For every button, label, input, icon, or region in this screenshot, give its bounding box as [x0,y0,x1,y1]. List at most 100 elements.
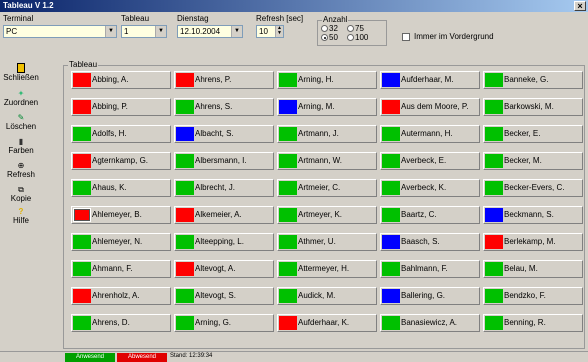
employee-cell[interactable]: Altevogt, A. [174,260,274,278]
employee-cell[interactable]: Athmer, U. [277,233,377,251]
close-button[interactable]: × [574,1,586,11]
employee-cell[interactable]: Abbing, A. [71,71,171,89]
tableau-dropdown[interactable]: 1 ▼ [121,25,167,38]
employee-cell[interactable]: Ahrens, P. [174,71,274,89]
chevron-down-icon[interactable]: ▼ [155,26,166,37]
employee-name: Aufderhaar, M. [401,75,454,84]
employee-cell[interactable]: Albrecht, J. [174,179,274,197]
status-color-indicator [485,73,503,87]
employee-cell[interactable]: Becker, M. [483,152,583,170]
foreground-checkbox[interactable] [402,33,410,41]
spinner-arrows-icon[interactable]: ▲ ▼ [275,26,283,37]
employee-name: Audick, M. [298,291,336,300]
status-color-indicator [73,208,91,222]
assign-tool-button[interactable]: ✦ Zuordnen [0,89,42,107]
employee-cell[interactable]: Averbeck, E. [380,152,480,170]
employee-cell[interactable]: Ahrens, D. [71,314,171,332]
employee-cell[interactable]: Audick, M. [277,287,377,305]
help-tool-button[interactable]: ? Hilfe [0,207,42,225]
employee-cell[interactable]: Ahrenholz, A. [71,287,171,305]
employee-cell[interactable]: Aufderhaar, M. [380,71,480,89]
employee-name: Ahrenholz, A. [92,291,140,300]
anzahl-radio-100[interactable] [347,34,354,41]
status-color-indicator [382,100,400,114]
employee-name: Baasch, S. [401,237,440,246]
window-title: Tableau V 1.2 [3,1,54,10]
employee-cell[interactable]: Becker-Evers, C. [483,179,583,197]
employee-cell[interactable]: Agternkamp, G. [71,152,171,170]
employee-cell[interactable]: Adolfs, H. [71,125,171,143]
employee-cell[interactable]: Beckmann, S. [483,206,583,224]
employee-name: Banneke, G. [504,75,549,84]
status-color-indicator [279,316,297,330]
employee-cell[interactable]: Banneke, G. [483,71,583,89]
assign-icon: ✦ [17,89,25,98]
anzahl-radio-32[interactable] [321,25,328,32]
employee-cell[interactable]: Altevogt, S. [174,287,274,305]
employee-cell[interactable]: Attermeyer, H. [277,260,377,278]
terminal-dropdown[interactable]: PC ▼ [3,25,117,38]
copy-icon: ⧉ [18,185,24,194]
employee-cell[interactable]: Aufderhaar, K. [277,314,377,332]
delete-tool-button[interactable]: ✎ Löschen [0,113,42,131]
employee-cell[interactable]: Aus dem Moore, P. [380,98,480,116]
employee-cell[interactable]: Bendzko, F. [483,287,583,305]
refresh-icon: ⊕ [17,161,25,170]
employee-cell[interactable]: Abbing, P. [71,98,171,116]
refresh-tool-button[interactable]: ⊕ Refresh [0,161,42,179]
anzahl-label: Anzahl [322,15,349,24]
employee-cell[interactable]: Alkemeier, A. [174,206,274,224]
employee-name: Banasiewicz, A. [401,318,458,327]
employee-cell[interactable]: Averbeck, K. [380,179,480,197]
status-color-indicator [73,181,91,195]
employee-cell[interactable]: Albersmann, I. [174,152,274,170]
employee-name: Benning, R. [504,318,546,327]
employee-cell[interactable]: Albacht, S. [174,125,274,143]
title-bar: Tableau V 1.2 × [0,0,588,12]
employee-cell[interactable]: Ahaus, K. [71,179,171,197]
chevron-down-icon[interactable]: ▼ [231,26,242,37]
status-color-indicator [382,235,400,249]
employee-cell[interactable]: Arning, G. [174,314,274,332]
colors-tool-button[interactable]: ▮ Farben [0,137,42,155]
close-tool-button[interactable]: Schließen [0,63,42,82]
employee-name: Arning, G. [195,318,232,327]
employee-cell[interactable]: Alteepping, L. [174,233,274,251]
employee-cell[interactable]: Ballering, G. [380,287,480,305]
status-color-indicator [73,100,91,114]
employee-cell[interactable]: Artmann, J. [277,125,377,143]
employee-cell[interactable]: Artmann, W. [277,152,377,170]
employee-cell[interactable]: Belau, M. [483,260,583,278]
date-picker[interactable]: 12.10.2004 ▼ [177,25,243,38]
employee-cell[interactable]: Autermann, H. [380,125,480,143]
employee-cell[interactable]: Ahlemeyer, B. [71,206,171,224]
employee-cell[interactable]: Baasch, S. [380,233,480,251]
refresh-spinner[interactable]: 10 ▲ ▼ [256,25,284,38]
employee-cell[interactable]: Bahlmann, F. [380,260,480,278]
employee-name: Attermeyer, H. [298,264,350,273]
anzahl-radio-50[interactable] [321,34,328,41]
employee-cell[interactable]: Artmeier, C. [277,179,377,197]
anzahl-group: Anzahl [317,15,387,46]
employee-cell[interactable]: Arning, M. [277,98,377,116]
employee-cell[interactable]: Ahmann, F. [71,260,171,278]
status-color-indicator [279,262,297,276]
employee-cell[interactable]: Barkowski, M. [483,98,583,116]
anzahl-option-32: 32 [329,24,338,33]
employee-cell[interactable]: Baartz, C. [380,206,480,224]
employee-cell[interactable]: Berlekamp, M. [483,233,583,251]
colors-tool-label: Farben [8,146,34,155]
status-color-indicator [176,154,194,168]
employee-cell[interactable]: Becker, E. [483,125,583,143]
employee-cell[interactable]: Artmeyer, K. [277,206,377,224]
employee-cell[interactable]: Benning, R. [483,314,583,332]
employee-cell[interactable]: Ahrens, S. [174,98,274,116]
status-color-indicator [176,208,194,222]
employee-cell[interactable]: Banasiewicz, A. [380,314,480,332]
chevron-down-icon[interactable]: ▼ [105,26,116,37]
terminal-label: Terminal [3,14,34,23]
copy-tool-button[interactable]: ⧉ Kopie [0,185,42,203]
employee-cell[interactable]: Arning, H. [277,71,377,89]
employee-cell[interactable]: Ahlemeyer, N. [71,233,171,251]
anzahl-radio-75[interactable] [347,25,354,32]
